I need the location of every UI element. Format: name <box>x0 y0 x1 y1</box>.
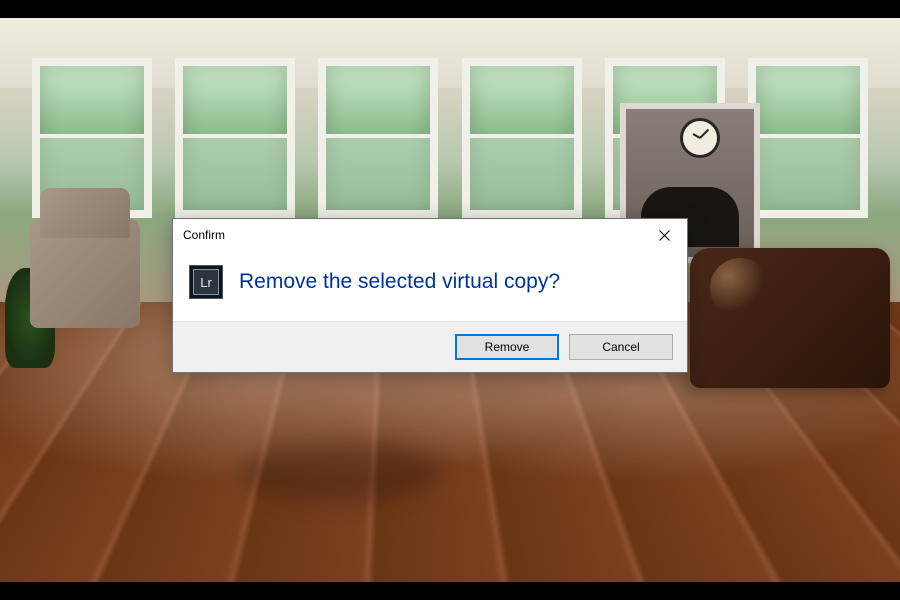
dialog-message: Remove the selected virtual copy? <box>239 270 560 294</box>
dialog-title: Confirm <box>183 228 225 242</box>
dialog-body: Lr Remove the selected virtual copy? <box>173 251 687 321</box>
remove-button[interactable]: Remove <box>455 334 559 360</box>
letterbox-top <box>0 0 900 18</box>
close-icon <box>659 230 670 241</box>
confirm-dialog: Confirm Lr Remove the selected virtual c… <box>172 218 688 373</box>
close-button[interactable] <box>641 219 687 251</box>
cancel-button[interactable]: Cancel <box>569 334 673 360</box>
letterbox-bottom <box>0 582 900 600</box>
dialog-titlebar: Confirm <box>173 219 687 251</box>
lightroom-icon: Lr <box>189 265 223 299</box>
dialog-footer: Remove Cancel <box>173 321 687 372</box>
